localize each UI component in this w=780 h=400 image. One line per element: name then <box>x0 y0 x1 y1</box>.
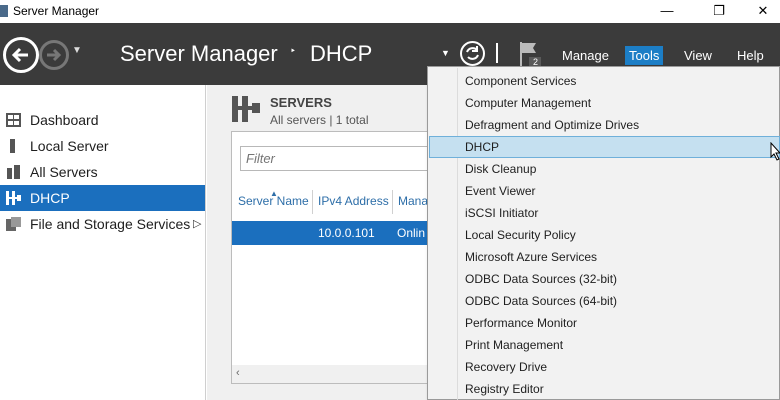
sidebar-item-label: Dashboard <box>30 112 99 128</box>
sidebar-item-label: File and Storage Services <box>30 216 191 232</box>
menu-help[interactable]: Help <box>733 46 768 65</box>
back-button[interactable] <box>3 37 39 73</box>
tools-menu-item[interactable]: ODBC Data Sources (32-bit) <box>429 268 780 290</box>
servers-subtitle: All servers | 1 total <box>270 113 369 127</box>
tools-menu-item-label: Performance Monitor <box>465 316 578 330</box>
sidebar-item-dashboard[interactable]: Dashboard <box>0 107 205 133</box>
tools-menu-item[interactable]: ODBC Data Sources (64-bit) <box>429 290 780 312</box>
sidebar-item-dhcp[interactable]: DHCP <box>0 185 205 211</box>
tools-menu-item[interactable]: Local Security Policy <box>429 224 780 246</box>
tools-menu-item-label: ODBC Data Sources (32-bit) <box>465 272 618 286</box>
tools-menu-item-label: iSCSI Initiator <box>465 206 539 220</box>
tools-menu-item-label: Component Services <box>465 74 577 88</box>
tools-menu-item[interactable]: DHCP <box>429 136 780 158</box>
window-title: Server Manager <box>13 4 100 18</box>
tools-menu-item-label: Microsoft Azure Services <box>465 250 598 264</box>
column-header-server-name[interactable]: Server Name <box>238 194 309 208</box>
servers-tile-icon <box>232 96 260 122</box>
server-manager-app-icon <box>0 5 8 17</box>
close-button[interactable]: ✕ <box>740 0 780 23</box>
dashboard-icon <box>6 113 21 127</box>
tools-menu-item[interactable]: iSCSI Initiator <box>429 202 780 224</box>
sidebar-item-label: All Servers <box>30 164 98 180</box>
menu-manage[interactable]: Manage <box>558 46 613 65</box>
minimize-button[interactable]: — <box>644 0 690 23</box>
history-dropdown-icon[interactable]: ▼ <box>72 45 82 56</box>
breadcrumb-dropdown-icon[interactable]: ▼ <box>441 48 450 58</box>
tools-menu-item[interactable]: Print Management <box>429 334 780 356</box>
tools-menu-item-label: Defragment and Optimize Drives <box>465 118 640 132</box>
tools-menu-item-label: Registry Editor <box>465 382 544 396</box>
tools-menu-item[interactable]: Defragment and Optimize Drives <box>429 114 780 136</box>
tools-menu-item[interactable]: Component Services <box>429 70 780 92</box>
expand-arrow-icon[interactable]: ▷ <box>193 217 201 230</box>
tools-menu-item[interactable]: Registry Editor <box>429 378 780 400</box>
sidebar-item-local-server[interactable]: Local Server <box>0 133 205 159</box>
sidebar-item-all-servers[interactable]: All Servers <box>0 159 205 185</box>
scroll-left-icon[interactable]: ‹ <box>236 367 240 379</box>
tools-menu-item-label: ODBC Data Sources (64-bit) <box>465 294 618 308</box>
tools-menu-item[interactable]: Disk Cleanup <box>429 158 780 180</box>
column-header-manageability[interactable]: Mana <box>398 194 428 208</box>
row-ipv4-address: 10.0.0.101 <box>318 226 375 240</box>
column-divider[interactable] <box>392 190 393 214</box>
row-manageability: Onlin <box>397 226 426 240</box>
column-divider[interactable] <box>312 190 313 214</box>
refresh-icon <box>466 46 479 60</box>
breadcrumb-separator-icon: ‣ <box>290 46 296 57</box>
sidebar-item-label: Local Server <box>30 138 109 154</box>
tools-menu-item[interactable]: Microsoft Azure Services <box>429 246 780 268</box>
breadcrumb-page: DHCP <box>310 41 373 66</box>
menu-tools[interactable]: Tools <box>625 46 664 65</box>
breadcrumb-app: Server Manager <box>120 41 278 66</box>
dhcp-icon <box>6 191 21 205</box>
tools-menu-item[interactable]: Performance Monitor <box>429 312 780 334</box>
column-header-ipv4[interactable]: IPv4 Address <box>318 194 389 208</box>
forward-arrow-icon <box>47 48 62 62</box>
tools-menu-item[interactable]: Computer Management <box>429 92 780 114</box>
all-servers-icon <box>7 165 20 179</box>
tools-menu-item-label: DHCP <box>465 140 500 154</box>
tools-menu-item[interactable]: Event Viewer <box>429 180 780 202</box>
tools-menu-item-label: Computer Management <box>465 96 592 110</box>
tools-menu-item-label: Event Viewer <box>465 184 536 198</box>
refresh-button[interactable] <box>460 41 485 66</box>
back-arrow-icon <box>11 47 28 63</box>
header-divider <box>496 43 498 63</box>
forward-button[interactable] <box>39 40 69 70</box>
title-bar: Server Manager — ❐ ✕ <box>0 0 780 23</box>
mouse-cursor-icon <box>770 142 780 161</box>
tools-menu-item-label: Recovery Drive <box>465 360 548 374</box>
restore-button[interactable]: ❐ <box>696 0 742 23</box>
file-storage-icon <box>6 217 21 231</box>
servers-title: SERVERS <box>270 95 332 110</box>
tools-menu-item-label: Print Management <box>465 338 564 352</box>
tools-menu-item-label: Local Security Policy <box>465 228 576 242</box>
menu-view[interactable]: View <box>680 46 716 65</box>
sidebar: Dashboard Local Server All Servers DHCP … <box>0 85 206 400</box>
tools-menu-item-label: Disk Cleanup <box>465 162 537 176</box>
local-server-icon <box>10 139 15 153</box>
tools-menu-item[interactable]: Recovery Drive <box>429 356 780 378</box>
sidebar-item-file-storage[interactable]: File and Storage Services ▷ <box>0 211 205 237</box>
sidebar-item-label: DHCP <box>30 190 70 206</box>
